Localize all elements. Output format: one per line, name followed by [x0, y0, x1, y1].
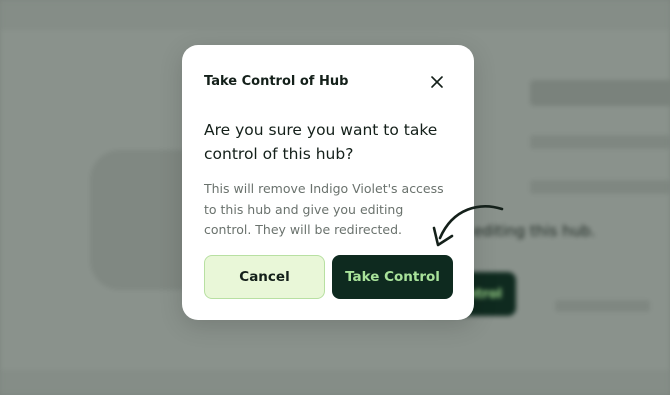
background-link [555, 300, 650, 312]
curved-arrow-icon [432, 205, 504, 247]
background-line [530, 180, 670, 194]
confirmation-question: Are you sure you want to take control of… [204, 121, 438, 163]
take-control-button[interactable]: Take Control [332, 255, 453, 299]
background-line [530, 135, 670, 149]
cancel-button[interactable]: Cancel [204, 255, 325, 299]
take-control-modal: Take Control of Hub Are you sure you wan… [182, 45, 474, 320]
background-title [530, 80, 670, 106]
close-icon[interactable] [428, 73, 446, 91]
confirmation-description: This will remove Indigo Violet's access … [204, 181, 444, 237]
modal-title: Take Control of Hub [204, 74, 349, 89]
